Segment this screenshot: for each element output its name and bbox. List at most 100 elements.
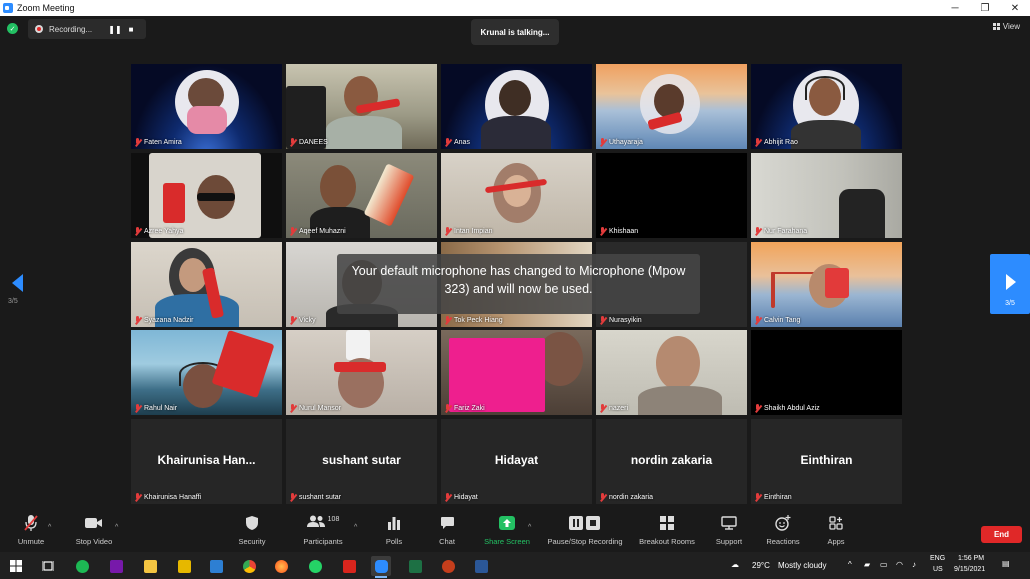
acrobat-icon[interactable] xyxy=(339,556,359,576)
muted-mic-icon xyxy=(134,138,141,147)
reactions-button[interactable]: Reactions xyxy=(764,512,802,552)
previous-page-button[interactable]: 3/5 xyxy=(8,273,28,313)
weather-temperature[interactable]: 29°C xyxy=(752,561,770,570)
reactions-label: Reactions xyxy=(766,537,800,546)
share-screen-icon xyxy=(499,512,515,534)
video-options-caret-icon[interactable]: ^ xyxy=(115,524,118,531)
unmute-button[interactable]: Unmute xyxy=(14,512,48,552)
support-button[interactable]: Support xyxy=(712,512,746,552)
video-tile[interactable]: Rahul Nair xyxy=(131,330,282,415)
participant-display-name: Khairunisa Han... xyxy=(157,453,256,467)
video-tile[interactable]: Anas xyxy=(441,64,592,149)
weather-description[interactable]: Mostly cloudy xyxy=(778,561,826,570)
maximize-button[interactable]: ❐ xyxy=(970,0,1000,16)
polls-button[interactable]: Polls xyxy=(380,512,408,552)
volume-icon[interactable]: ♪ xyxy=(912,560,916,569)
video-tile[interactable]: Nurul Mansor xyxy=(286,330,437,415)
stop-video-label: Stop Video xyxy=(75,537,113,546)
end-meeting-button[interactable]: End xyxy=(981,526,1022,543)
windows-start-icon[interactable] xyxy=(6,556,26,576)
video-tile[interactable]: Khishaan xyxy=(596,153,747,238)
meeting-toolbar: Unmute ^ Stop Video ^ Security 108 Parti… xyxy=(0,512,1030,552)
breakout-rooms-label: Breakout Rooms xyxy=(639,537,695,546)
onenote-icon[interactable] xyxy=(106,556,126,576)
weather-cloud-icon[interactable]: ☁ xyxy=(731,560,739,569)
participant-name: Rahul Nair xyxy=(144,405,178,412)
stop-video-button[interactable]: Stop Video xyxy=(72,512,116,552)
video-tile[interactable]: Khairunisa Han... Khairunisa Hanaffi xyxy=(131,419,282,504)
participant-name: Vicky xyxy=(299,317,316,324)
video-tile[interactable]: Calvin Tang xyxy=(751,242,902,327)
title-bar: Zoom Meeting ─ ❐ ✕ xyxy=(0,0,1030,16)
powerpoint-icon[interactable] xyxy=(438,556,458,576)
participant-name: Fariz Zaki xyxy=(454,405,485,412)
participants-options-caret-icon[interactable]: ^ xyxy=(354,524,357,531)
muted-mic-icon xyxy=(444,493,451,502)
clock-date[interactable]: 9/15/2021 xyxy=(954,566,985,573)
video-tile[interactable]: Fariz Zaki xyxy=(441,330,592,415)
breakout-rooms-icon xyxy=(660,512,674,534)
mail-icon[interactable] xyxy=(206,556,226,576)
video-tile[interactable]: Intan Impian xyxy=(441,153,592,238)
apps-button[interactable]: Apps xyxy=(823,512,849,552)
participants-button[interactable]: 108 Participants xyxy=(300,512,346,552)
pause-recording-icon[interactable]: ❚❚ xyxy=(107,21,123,37)
muted-mic-icon xyxy=(444,227,451,236)
video-tile[interactable]: Syazana Nadzir xyxy=(131,242,282,327)
pause-stop-recording-button[interactable]: Pause/Stop Recording xyxy=(543,512,627,552)
notifications-icon[interactable]: ▤ xyxy=(1002,559,1010,568)
clock-time[interactable]: 1:56 PM xyxy=(958,555,984,562)
task-view-icon[interactable] xyxy=(38,556,58,576)
video-tile[interactable]: DANEES xyxy=(286,64,437,149)
page-indicator-left: 3/5 xyxy=(8,298,18,305)
video-tile[interactable]: Shaikh Abdul Aziz xyxy=(751,330,902,415)
video-tile[interactable]: Faten Amira xyxy=(131,64,282,149)
sticky-notes-icon[interactable] xyxy=(174,556,194,576)
battery-icon[interactable]: ▭ xyxy=(880,560,888,569)
close-button[interactable]: ✕ xyxy=(1000,0,1030,16)
apps-icon xyxy=(829,512,843,534)
word-icon[interactable] xyxy=(471,556,491,576)
video-tile[interactable]: Aqeef Muhazni xyxy=(286,153,437,238)
excel-icon[interactable] xyxy=(405,556,425,576)
zoom-taskbar-icon[interactable] xyxy=(371,556,391,578)
security-button[interactable]: Security xyxy=(233,512,271,552)
whatsapp-icon[interactable] xyxy=(305,556,325,576)
microphone-change-notification: Your default microphone has changed to M… xyxy=(337,254,700,314)
shield-icon xyxy=(245,512,259,534)
stop-recording-icon[interactable]: ■ xyxy=(123,21,139,37)
next-page-button[interactable]: 3/5 xyxy=(990,254,1030,314)
muted-mic-icon xyxy=(599,493,606,502)
chrome-icon[interactable] xyxy=(239,556,259,576)
spotify-icon[interactable] xyxy=(72,556,92,576)
breakout-rooms-button[interactable]: Breakout Rooms xyxy=(636,512,698,552)
video-tile[interactable]: Abhijit Rao xyxy=(751,64,902,149)
minimize-button[interactable]: ─ xyxy=(940,0,970,16)
video-tile[interactable]: Hidayat Hidayat xyxy=(441,419,592,504)
participant-name: Khishaan xyxy=(609,228,639,235)
chat-button[interactable]: Chat xyxy=(433,512,461,552)
share-screen-button[interactable]: Share Screen xyxy=(480,512,534,552)
file-explorer-icon[interactable] xyxy=(140,556,160,576)
muted-mic-icon xyxy=(444,404,451,413)
language-code[interactable]: ENG xyxy=(930,555,945,562)
video-tile[interactable]: Uthayaraja xyxy=(596,64,747,149)
participant-name: Azree Yahya xyxy=(144,228,184,235)
video-tile[interactable]: nazeri xyxy=(596,330,747,415)
region-code[interactable]: US xyxy=(933,566,943,573)
video-tile[interactable]: nordin zakaria nordin zakaria xyxy=(596,419,747,504)
video-tile[interactable]: Nur Farahana xyxy=(751,153,902,238)
wifi-icon[interactable]: ◠ xyxy=(896,560,903,569)
encryption-shield-icon[interactable]: ✓ xyxy=(7,23,18,34)
tray-overflow-chevron-icon[interactable]: ^ xyxy=(848,560,852,569)
participant-display-name: Hidayat xyxy=(494,453,539,467)
video-tile[interactable]: Azree Yahya xyxy=(131,153,282,238)
share-options-caret-icon[interactable]: ^ xyxy=(528,524,531,531)
tray-app-icon[interactable]: ▰ xyxy=(864,560,870,569)
firefox-icon[interactable] xyxy=(271,556,291,576)
recording-label: Recording... xyxy=(49,24,93,34)
video-tile[interactable]: Einthiran Einthiran xyxy=(751,419,902,504)
view-button[interactable]: View xyxy=(992,22,1020,31)
audio-options-caret-icon[interactable]: ^ xyxy=(48,524,51,531)
video-tile[interactable]: sushant sutar sushant sutar xyxy=(286,419,437,504)
